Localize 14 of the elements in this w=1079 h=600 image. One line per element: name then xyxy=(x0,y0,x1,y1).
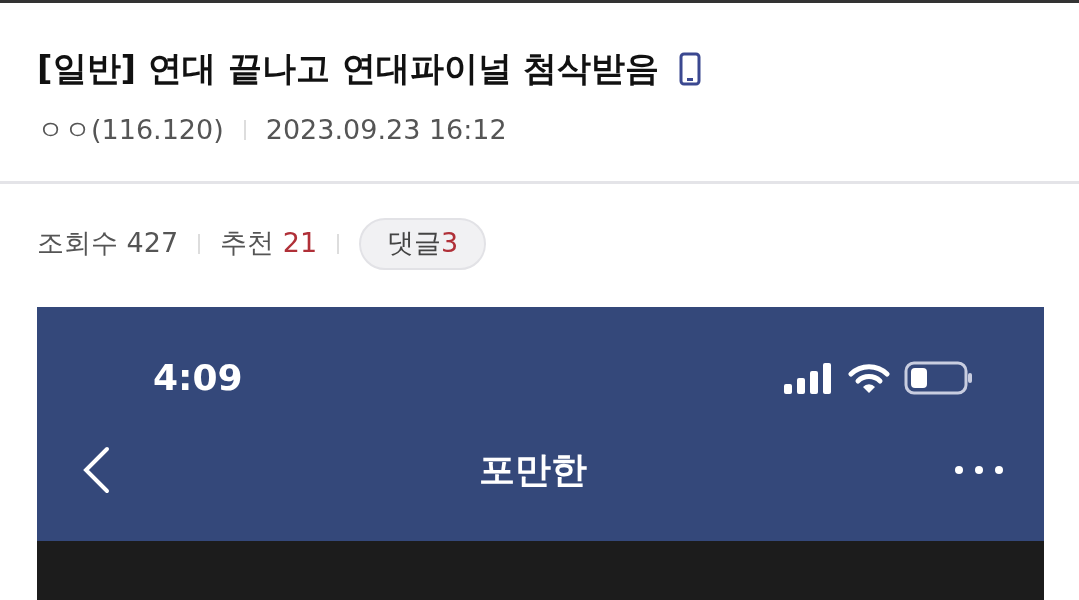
comments-button[interactable]: 댓글3 xyxy=(359,217,487,270)
wifi-icon xyxy=(848,361,890,394)
back-icon[interactable] xyxy=(81,445,111,494)
post-date: 2023.09.23 16:12 xyxy=(265,113,507,147)
author-name[interactable]: ㅇㅇ(116.120) xyxy=(37,110,224,151)
signal-icon xyxy=(784,361,834,394)
post-title: [일반] 연대 끝나고 연대파이널 첨삭받음 xyxy=(37,47,660,90)
mobile-phone-icon xyxy=(679,51,702,86)
more-icon[interactable] xyxy=(954,464,1004,475)
nav-title: 포만한 xyxy=(478,447,587,492)
status-time: 4:09 xyxy=(153,355,243,400)
view-count: 조회수 427 xyxy=(37,226,179,261)
battery-icon xyxy=(904,360,974,395)
recommend-count: 추천 21 xyxy=(220,226,318,261)
